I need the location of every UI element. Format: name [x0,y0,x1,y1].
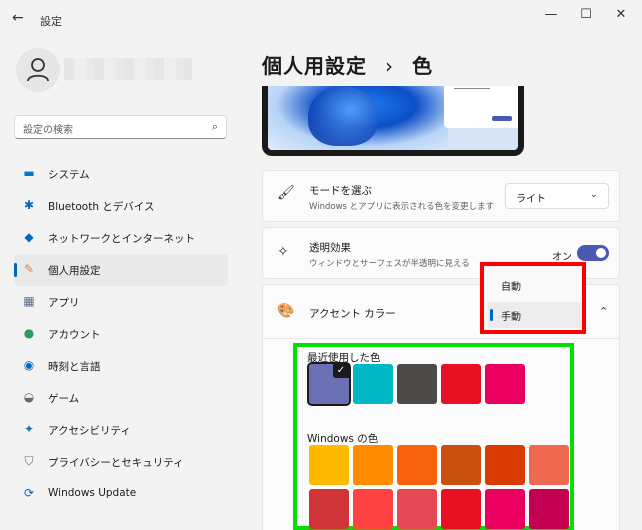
option-label: 手動 [501,312,521,323]
color-swatch[interactable] [353,364,393,404]
toggle-state-label: オン [552,252,572,263]
color-swatch[interactable] [353,445,393,485]
sidebar-item-label: ゲーム [48,393,80,405]
app-title: 設定 [40,15,62,28]
color-swatch[interactable] [397,364,437,404]
sidebar-item-label: ネットワークとインターネット [48,233,195,245]
chevron-up-icon[interactable]: ⌃ [599,305,608,318]
color-swatch[interactable] [309,445,349,485]
color-swatch[interactable] [353,489,393,529]
color-swatch[interactable]: ✓ [307,362,351,406]
sidebar-item-system[interactable]: ▬ システム [14,158,228,190]
sidebar-item-accounts[interactable]: ● アカウント [14,318,228,350]
search-icon: ⌕ [211,120,218,133]
page-title: 色 [411,54,433,78]
back-arrow-icon[interactable]: ← [12,10,28,26]
brush-icon: 🖌 [277,185,295,201]
sidebar-item-apps[interactable]: ▦ アプリ [14,286,228,318]
sidebar-item-bluetooth[interactable]: ✱ Bluetooth とデバイス [14,190,228,222]
title-bar: ← 設定 — ☐ ✕ [0,0,642,38]
accent-option-auto[interactable]: 自動 [488,272,582,298]
avatar [16,48,60,92]
person-icon [27,58,49,82]
sidebar-item-label: アクセシビリティ [48,425,131,437]
windows-colors-label: Windows の色 [307,433,379,445]
color-swatch[interactable] [397,445,437,485]
minimize-button[interactable]: — [536,6,566,24]
accessibility-icon: ✦ [23,422,35,436]
person-icon: ● [23,326,35,340]
sidebar-item-gaming[interactable]: ◒ ゲーム [14,382,228,414]
color-swatch[interactable] [441,445,481,485]
color-swatch[interactable] [397,489,437,529]
preview-window [444,86,518,128]
sidebar-item-windows-update[interactable]: ⟳ Windows Update [14,478,228,510]
accent-title: アクセント カラー [309,308,396,320]
transparency-toggle[interactable] [577,245,609,261]
blurred-account-name [64,58,192,80]
accent-mode-popup: 自動 手動 [480,262,586,334]
palette-icon: 🎨 [277,303,295,319]
apps-icon: ▦ [23,294,35,308]
search-placeholder: 設定の検索 [23,125,73,136]
sparkle-icon: ✧ [277,244,289,260]
preview-line [454,88,490,89]
active-indicator [14,263,17,277]
transparency-subtitle: ウィンドウとサーフェスが半透明に見える [309,259,470,269]
sidebar-item-label: アカウント [48,329,101,341]
color-swatch[interactable] [441,489,481,529]
color-swatch[interactable] [485,489,525,529]
chevron-down-icon: ⌄ [589,189,598,200]
color-swatch[interactable] [529,445,569,485]
option-label: 自動 [501,282,521,293]
check-icon: ✓ [333,364,349,378]
mode-value: ライト [516,194,546,205]
bluetooth-icon: ✱ [23,198,35,212]
update-icon: ⟳ [23,486,35,500]
sidebar-item-time-language[interactable]: ◉ 時刻と言語 [14,350,228,382]
sidebar-item-personalization[interactable]: ✎ 個人用設定 [14,254,228,286]
color-swatch[interactable] [485,445,525,485]
breadcrumb-parent[interactable]: 個人用設定 [262,54,367,78]
color-palette-area: 最近使用した色 ✓ Windows の色 [293,343,574,530]
sidebar-item-label: システム [48,169,90,181]
mode-card: 🖌 モードを選ぶ Windows とアプリに表示される色を変更します ライト ⌄ [262,170,620,222]
sidebar-item-label: Bluetooth とデバイス [48,201,155,213]
sidebar-item-privacy[interactable]: ⛉ プライバシーとセキュリティ [14,446,228,478]
color-swatch[interactable] [529,489,569,529]
clock-globe-icon: ◉ [23,358,35,372]
maximize-button[interactable]: ☐ [571,6,601,24]
recent-colors-label: 最近使用した色 [307,352,381,364]
search-input[interactable]: 設定の検索 ⌕ [14,115,227,139]
mode-subtitle: Windows とアプリに表示される色を変更します [309,202,495,212]
sidebar-item-accessibility[interactable]: ✦ アクセシビリティ [14,414,228,446]
color-swatch[interactable] [441,364,481,404]
sidebar-item-network[interactable]: ◆ ネットワークとインターネット [14,222,228,254]
brush-icon: ✎ [23,262,35,276]
mode-title: モードを選ぶ [309,185,372,197]
sidebar-item-label: アプリ [48,297,80,309]
sidebar-item-label: 時刻と言語 [48,361,101,373]
sidebar-item-label: Windows Update [48,487,137,499]
monitor-icon: ▬ [23,166,35,180]
gamepad-icon: ◒ [23,390,35,404]
color-swatch[interactable] [309,489,349,529]
wallpaper-bloom-center [308,86,378,146]
sidebar-item-label: プライバシーとセキュリティ [48,457,184,469]
shield-icon: ⛉ [24,454,34,468]
sidebar-nav: ▬ システム ✱ Bluetooth とデバイス ◆ ネットワークとインターネッ… [14,158,228,510]
transparency-title: 透明効果 [309,242,351,254]
accent-option-manual[interactable]: 手動 [488,302,582,328]
color-swatch[interactable] [485,364,525,404]
mode-dropdown[interactable]: ライト ⌄ [505,183,609,209]
breadcrumb: 個人用設定 › 色 [262,50,433,79]
wifi-icon: ◆ [24,230,34,244]
breadcrumb-separator: › [384,54,394,78]
preview-accent-button [492,116,512,121]
sidebar-item-label: 個人用設定 [48,265,101,277]
theme-preview [262,86,524,156]
close-button[interactable]: ✕ [606,6,636,24]
